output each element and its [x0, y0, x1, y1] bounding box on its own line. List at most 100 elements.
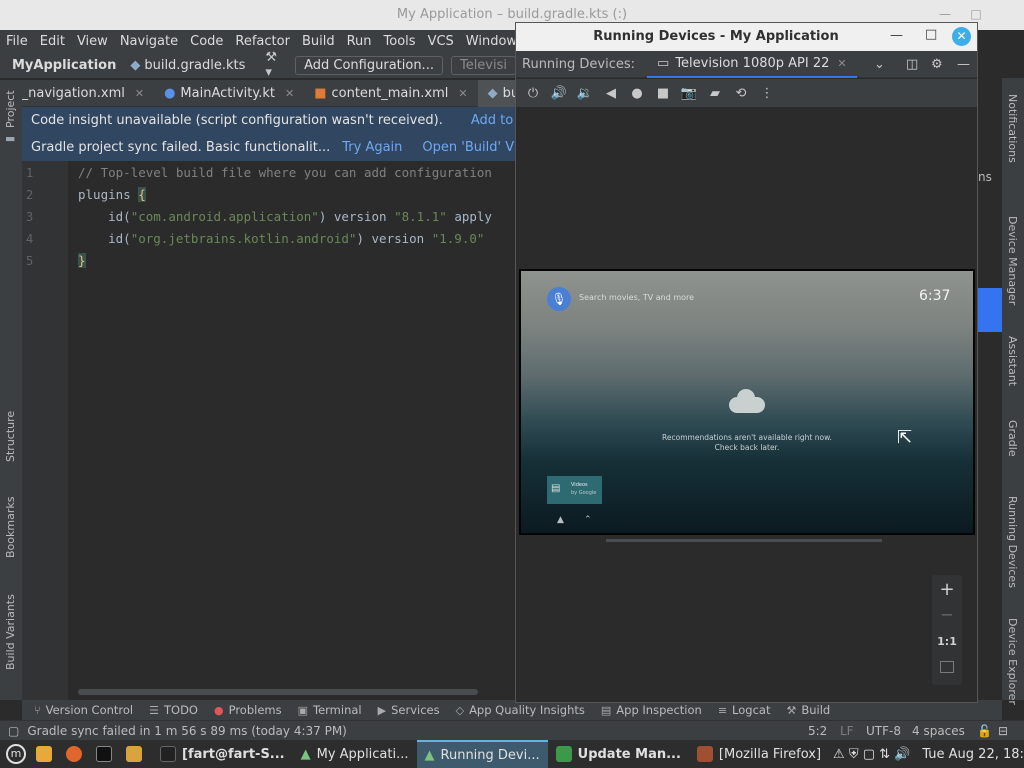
try-again-link[interactable]: Try Again — [342, 140, 402, 155]
code-line-5[interactable]: } — [78, 253, 86, 268]
version-control-tool[interactable]: ⑂ Version Control — [34, 703, 133, 717]
device-screen[interactable]: 🎙 Search movies, TV and more 6:37 Recomm… — [519, 269, 975, 535]
close-icon[interactable]: ✕ — [285, 87, 294, 100]
status-message[interactable]: Gradle sync failed in 1 m 56 s 89 ms (to… — [27, 724, 347, 738]
close-icon[interactable]: ✕ — [952, 27, 971, 46]
zoom-out-button[interactable]: − — [932, 605, 962, 624]
volume-down-icon[interactable]: 🔉 — [572, 86, 598, 101]
todo-tool[interactable]: ☰ TODO — [149, 703, 198, 717]
breadcrumb-file[interactable]: ◆ build.gradle.kts — [130, 58, 245, 73]
logcat-tool[interactable]: ≡ Logcat — [718, 703, 771, 717]
project-tool-button[interactable]: Project — [4, 90, 17, 128]
hammer-icon[interactable]: ⚒ ▾ — [265, 50, 287, 80]
editor-horizontal-scrollbar[interactable] — [78, 689, 478, 695]
menu-view[interactable]: View — [77, 34, 108, 49]
build-tool[interactable]: ⚒ Build — [786, 703, 830, 717]
folder-launcher-icon[interactable] — [122, 740, 152, 768]
maximize-icon[interactable]: □ — [925, 27, 937, 42]
code-line-4[interactable]: id("org.jetbrains.kotlin.android") versi… — [78, 231, 484, 246]
tab-mainactivity[interactable]: ● MainActivity.kt ✕ — [154, 80, 304, 107]
record-icon[interactable]: ▰ — [702, 86, 728, 101]
device-tab[interactable]: ▭ Television 1080p API 22 ✕ — [647, 51, 857, 78]
fit-screen-icon[interactable] — [940, 661, 954, 673]
files-icon[interactable] — [32, 740, 62, 768]
menu-file[interactable]: File — [6, 34, 28, 49]
memory-icon[interactable]: ⊟ — [998, 724, 1008, 738]
menu-edit[interactable]: Edit — [40, 34, 65, 49]
tv-search-hint[interactable]: Search movies, TV and more — [579, 293, 694, 302]
taskbar-firefox[interactable]: [Mozilla Firefox] — [689, 740, 829, 768]
add-configuration-button[interactable]: Add Configuration... — [295, 55, 443, 75]
android-icon: ▲ — [300, 746, 311, 762]
menu-navigate[interactable]: Navigate — [120, 34, 178, 49]
gear-icon[interactable]: ⚙ — [931, 57, 943, 72]
chevron-down-icon[interactable]: ⌄ — [874, 57, 885, 72]
snapshot-icon[interactable]: ⟲ — [728, 86, 754, 101]
mic-icon[interactable]: 🎙 — [547, 287, 571, 311]
problems-tool[interactable]: ● Problems — [214, 703, 282, 717]
assistant-tool-button[interactable]: Assistant — [1006, 336, 1019, 386]
code-line-3[interactable]: id("com.android.application") version "8… — [78, 209, 492, 224]
file-encoding[interactable]: UTF-8 — [866, 724, 901, 738]
open-build-view-link[interactable]: Open 'Build' View — [422, 140, 516, 155]
zoom-in-button[interactable]: + — [932, 579, 962, 600]
terminal-tool[interactable]: ▣ Terminal — [298, 703, 362, 717]
minimize-icon[interactable]: — — [890, 28, 903, 43]
firefox-icon[interactable] — [62, 740, 92, 768]
notifications-tool-button[interactable]: Notifications — [1006, 94, 1019, 163]
tv-app-tile[interactable]: ▤ Videos by Google — [547, 476, 602, 504]
device-selector[interactable]: Televisi — [450, 55, 516, 75]
more-icon[interactable]: ⋮ — [754, 86, 780, 101]
tray-icons[interactable]: ⚠ ⛨ ▢ ⇅ 🔊 — [829, 740, 914, 768]
taskbar-terminal[interactable]: [fart@fart-S... — [152, 740, 293, 768]
menu-refactor[interactable]: Refactor — [235, 34, 290, 49]
running-devices-tool-button[interactable]: Running Devices — [1006, 496, 1019, 588]
build-variants-tool-button[interactable]: Build Variants — [4, 594, 17, 670]
tab-content-main[interactable]: ■ content_main.xml ✕ — [304, 80, 477, 107]
menu-build[interactable]: Build — [302, 34, 335, 49]
close-icon[interactable]: ✕ — [837, 57, 846, 70]
device-manager-tool-button[interactable]: Device Manager — [1006, 216, 1019, 305]
structure-tool-button[interactable]: Structure — [4, 411, 17, 462]
code-line-1[interactable]: // Top-level build file where you can ad… — [78, 165, 492, 180]
home-icon[interactable]: ● — [624, 86, 650, 101]
indent-setting[interactable]: 4 spaces — [912, 724, 965, 738]
menu-vcs[interactable]: VCS — [428, 34, 454, 49]
back-icon[interactable]: ◀ — [598, 86, 624, 101]
menu-window[interactable]: Window — [466, 34, 517, 49]
device-explorer-tool-button[interactable]: Device Explorer — [1006, 618, 1019, 705]
line-separator[interactable]: LF — [840, 724, 854, 738]
tab-nav-graph[interactable]: le_navigation.xml ✕ — [0, 80, 154, 107]
device-screen-scrollbar[interactable] — [606, 539, 882, 542]
add-to-standalone-link[interactable]: Add to stan — [471, 113, 516, 128]
menu-run[interactable]: Run — [347, 34, 372, 49]
close-icon[interactable]: ✕ — [458, 87, 467, 100]
taskbar-android-studio[interactable]: ▲ My Applicati... — [293, 740, 417, 768]
terminal-launcher-icon[interactable] — [92, 740, 122, 768]
minimize-icon[interactable]: — — [937, 6, 953, 22]
app-quality-tool[interactable]: ◇ App Quality Insights — [456, 703, 585, 717]
lock-icon[interactable]: 🔓 — [977, 724, 992, 738]
volume-up-icon[interactable]: 🔊 — [546, 86, 572, 101]
maximize-icon[interactable]: □ — [968, 6, 984, 22]
gradle-tool-button[interactable]: Gradle — [1006, 420, 1019, 457]
services-tool[interactable]: ▶ Services — [378, 703, 440, 717]
power-icon[interactable]: ⏻ — [520, 86, 546, 101]
menu-tools[interactable]: Tools — [384, 34, 416, 49]
menu-code[interactable]: Code — [190, 34, 223, 49]
taskbar-update-manager[interactable]: Update Man... — [548, 740, 689, 768]
clock[interactable]: Tue Aug 22, 18:37 — [914, 740, 1024, 768]
camera-icon[interactable]: 📷 — [676, 86, 702, 101]
code-line-2[interactable]: plugins { — [78, 187, 146, 202]
project-name[interactable]: MyApplication — [12, 58, 116, 73]
taskbar-running-devices[interactable]: ▲ Running Devi... — [416, 740, 548, 768]
window-mode-icon[interactable]: ◫ — [906, 57, 918, 72]
actual-size-button[interactable]: 1:1 — [932, 635, 962, 648]
overview-icon[interactable]: ■ — [650, 86, 676, 101]
close-icon[interactable]: ✕ — [135, 87, 144, 100]
hide-icon[interactable]: — — [957, 57, 970, 72]
bookmarks-tool-button[interactable]: Bookmarks — [4, 497, 17, 558]
start-menu-icon[interactable]: m — [0, 740, 32, 768]
caret-position[interactable]: 5:2 — [808, 724, 827, 738]
app-inspection-tool[interactable]: ▤ App Inspection — [601, 703, 702, 717]
